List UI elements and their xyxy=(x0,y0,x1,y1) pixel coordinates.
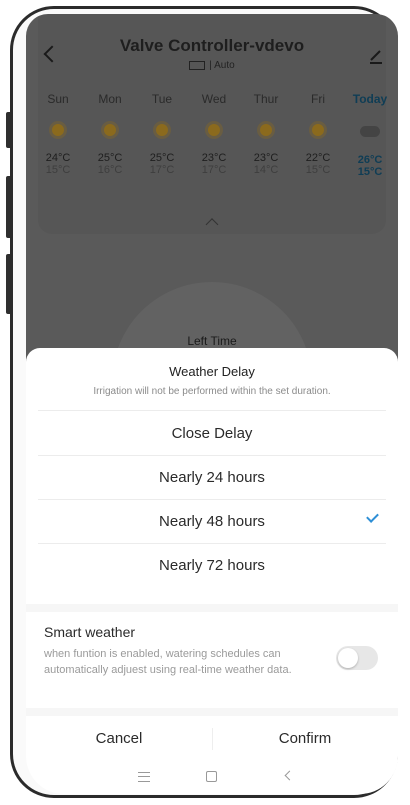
low-temp: 16°C xyxy=(97,164,123,176)
mode-label: | Auto xyxy=(209,60,235,71)
cloud-icon xyxy=(360,126,380,137)
high-temp: 25°C xyxy=(97,152,123,164)
left-time-label: Left Time xyxy=(187,334,237,348)
low-temp: 17°C xyxy=(201,164,227,176)
option-close-delay[interactable]: Close Delay xyxy=(26,412,398,455)
day-name: Mon xyxy=(98,92,122,106)
sheet-description: Irrigation will not be performed within … xyxy=(93,386,331,397)
sun-icon xyxy=(52,124,64,136)
app-mode: | Auto xyxy=(26,60,398,71)
app-title: Valve Controller-vdevo xyxy=(119,36,305,55)
day-name: Tue xyxy=(151,92,173,106)
forecast-day: Wed 23°C 17°C xyxy=(190,92,238,178)
option-24-hours[interactable]: Nearly 24 hours xyxy=(26,456,398,499)
option-48-hours[interactable]: Nearly 48 hours xyxy=(26,500,398,543)
option-label: Nearly 48 hours xyxy=(159,513,265,530)
divider xyxy=(38,410,386,411)
low-temp: 15°C xyxy=(357,166,383,178)
forecast-day-today: Today 26°C 15°C xyxy=(346,92,394,178)
day-name: Thur xyxy=(253,92,279,106)
smart-weather-toggle[interactable] xyxy=(336,646,378,670)
high-temp: 26°C xyxy=(357,154,383,166)
sun-icon xyxy=(312,124,324,136)
day-name: Sun xyxy=(47,92,69,106)
day-name: Wed xyxy=(201,92,227,106)
sheet-title: Weather Delay xyxy=(169,364,255,379)
smart-weather-title: Smart weather xyxy=(44,624,136,640)
screen: Valve Controller-vdevo | Auto Sun 24°C 1… xyxy=(26,14,398,794)
day-name: Fri xyxy=(311,92,325,106)
sun-icon xyxy=(208,124,220,136)
weekly-forecast: Sun 24°C 15°C Mon 25°C 16°C Tue 25°C 17°… xyxy=(34,92,394,178)
weather-delay-sheet: Weather Delay Irrigation will not be per… xyxy=(26,348,398,794)
smart-weather-description: when funtion is enabled, watering schedu… xyxy=(44,648,292,676)
low-temp: 17°C xyxy=(149,164,175,176)
sun-icon xyxy=(260,124,272,136)
high-temp: 25°C xyxy=(149,152,175,164)
forecast-day: Tue 25°C 17°C xyxy=(138,92,186,178)
option-72-hours[interactable]: Nearly 72 hours xyxy=(26,544,398,587)
high-temp: 23°C xyxy=(253,152,279,164)
check-icon xyxy=(366,510,379,523)
toggle-knob xyxy=(338,648,358,668)
day-name: Today xyxy=(352,92,388,106)
section-gap xyxy=(26,708,398,716)
nav-back-icon[interactable] xyxy=(284,770,295,781)
app-header: Valve Controller-vdevo | Auto xyxy=(26,20,398,80)
section-gap xyxy=(26,604,398,612)
low-temp: 14°C xyxy=(253,164,279,176)
high-temp: 22°C xyxy=(305,152,331,164)
device-icon xyxy=(189,60,206,70)
high-temp: 24°C xyxy=(45,152,71,164)
high-temp: 23°C xyxy=(201,152,227,164)
forecast-day: Thur 23°C 14°C xyxy=(242,92,290,178)
confirm-button[interactable]: Confirm xyxy=(212,716,398,762)
forecast-day: Mon 25°C 16°C xyxy=(86,92,134,178)
sun-icon xyxy=(156,124,168,136)
forecast-day: Sun 24°C 15°C xyxy=(34,92,82,178)
background-app: Valve Controller-vdevo | Auto Sun 24°C 1… xyxy=(26,14,398,482)
edit-icon[interactable] xyxy=(368,48,384,64)
forecast-day: Fri 22°C 15°C xyxy=(294,92,342,178)
low-temp: 15°C xyxy=(45,164,71,176)
system-nav-bar xyxy=(26,762,398,794)
home-icon[interactable] xyxy=(206,771,217,782)
sun-icon xyxy=(104,124,116,136)
low-temp: 15°C xyxy=(305,164,331,176)
cancel-button[interactable]: Cancel xyxy=(26,716,212,762)
menu-icon[interactable] xyxy=(138,772,150,782)
